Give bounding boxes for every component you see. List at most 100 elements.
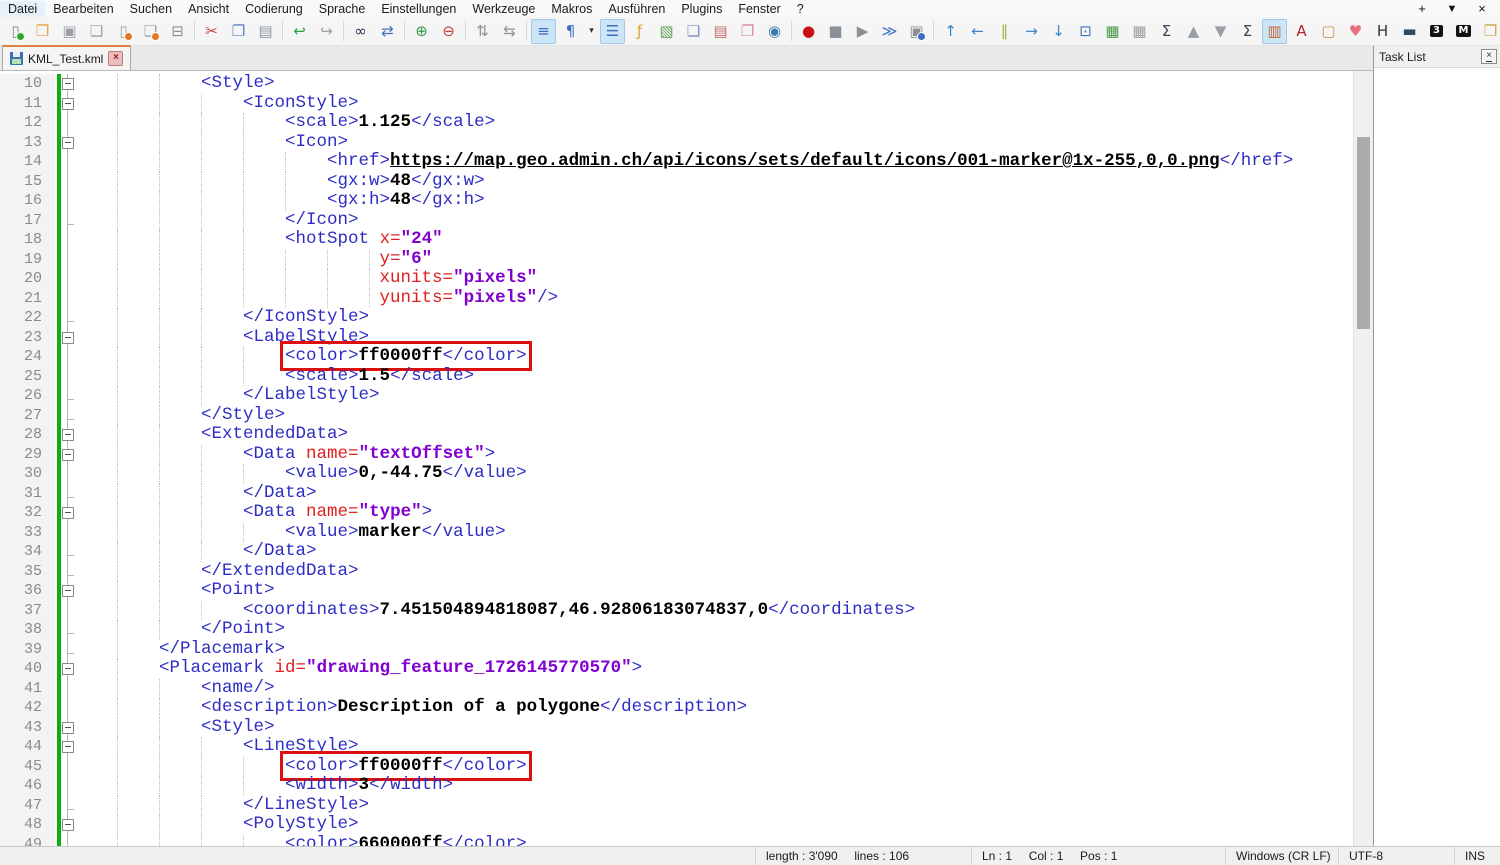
console-button[interactable]: ▬ <box>1397 19 1422 44</box>
open-folder-button[interactable]: ❐ <box>30 19 55 44</box>
sync-horizontal-scrolling-button[interactable]: ⇆ <box>497 19 522 44</box>
code-line-text[interactable]: <Data name="textOffset"> <box>75 445 1353 465</box>
cut-button[interactable]: ✂ <box>199 19 224 44</box>
fold-toggle-icon[interactable] <box>62 137 74 149</box>
zoom-in-button[interactable]: ⊕ <box>409 19 434 44</box>
code-line-text[interactable]: <IconStyle> <box>75 94 1353 114</box>
menu-item-plugins[interactable]: Plugins <box>673 1 730 17</box>
collapse-all-button[interactable]: Σ <box>1154 19 1179 44</box>
code-line-text[interactable]: <color>ff0000ff</color> <box>75 347 1353 367</box>
code-line-text[interactable]: <Point> <box>75 581 1353 601</box>
fold-toggle-icon[interactable] <box>62 819 74 831</box>
compare-button[interactable]: ∥ <box>992 19 1017 44</box>
menu-item-werkzeuge[interactable]: Werkzeuge <box>464 1 543 17</box>
uncollapse-all-button[interactable]: Σ <box>1235 19 1260 44</box>
plugin-3-button[interactable]: 3 <box>1424 19 1449 44</box>
document-switcher-button[interactable]: ▤ <box>708 19 733 44</box>
show-all-characters-button[interactable]: ¶ <box>558 19 583 44</box>
tab-close-icon[interactable]: × <box>108 51 123 66</box>
nav-previous-button[interactable]: ← <box>965 19 990 44</box>
menu-item-makros[interactable]: Makros <box>543 1 600 17</box>
find-button[interactable]: ∞ <box>348 19 373 44</box>
plugin-mime-tools-button[interactable]: M <box>1451 19 1476 44</box>
save-all-button[interactable]: ❏ <box>84 19 109 44</box>
menu-item-ansicht[interactable]: Ansicht <box>180 1 237 17</box>
code-line-text[interactable]: <LineStyle> <box>75 737 1353 757</box>
code-line-text[interactable]: <color>660000ff</color> <box>75 835 1353 847</box>
code-line-text[interactable]: <ExtendedData> <box>75 425 1353 445</box>
copy-button[interactable]: ❐ <box>226 19 251 44</box>
code-line-text[interactable]: <hotSpot x="24" <box>75 230 1353 250</box>
indent-guide-button[interactable]: ☰ <box>600 19 625 44</box>
zoom-out-button[interactable]: ⊖ <box>436 19 461 44</box>
code-line-text[interactable]: <Icon> <box>75 133 1353 153</box>
menu-item-fenster[interactable]: Fenster <box>730 1 788 17</box>
save-button[interactable]: ▣ <box>57 19 82 44</box>
status-insert-mode[interactable]: INS <box>1454 847 1500 865</box>
fold-toggle-icon[interactable] <box>62 429 74 441</box>
new-tab-icon[interactable]: + <box>1414 1 1430 16</box>
fold-toggle-icon[interactable] <box>62 741 74 753</box>
code-line-text[interactable]: </Data> <box>75 484 1353 504</box>
word-wrap-button[interactable]: ≡ <box>531 19 556 44</box>
macro-run-multiple-button[interactable]: ≫ <box>877 19 902 44</box>
close-all-documents-button[interactable]: ❏ <box>138 19 163 44</box>
menu-item-ausfhren[interactable]: Ausführen <box>600 1 673 17</box>
code-line-text[interactable]: y="6" <box>75 250 1353 270</box>
new-file-button[interactable]: ▯ <box>3 19 28 44</box>
print-button[interactable]: ⊟ <box>165 19 190 44</box>
show-symbol-dropdown-button[interactable]: ▾ <box>585 19 598 44</box>
multi-select-button[interactable]: ▢ <box>1316 19 1341 44</box>
code-line-text[interactable]: <LabelStyle> <box>75 328 1353 348</box>
code-line-text[interactable]: </Data> <box>75 542 1353 562</box>
code-line-text[interactable]: </Icon> <box>75 211 1353 231</box>
fold-toggle-icon[interactable] <box>62 78 74 90</box>
code-line-text[interactable]: <value>marker</value> <box>75 523 1353 543</box>
menu-item-sprache[interactable]: Sprache <box>311 1 374 17</box>
code-line-text[interactable]: xunits="pixels" <box>75 269 1353 289</box>
code-line-text[interactable]: </ExtendedData> <box>75 562 1353 582</box>
spell-check-button[interactable]: A <box>1289 19 1314 44</box>
macro-save-button[interactable]: ▣ <box>904 19 929 44</box>
menu-item-suchen[interactable]: Suchen <box>122 1 180 17</box>
code-line-text[interactable]: <Style> <box>75 718 1353 738</box>
table-view-colored-button[interactable]: ▦ <box>1100 19 1125 44</box>
nav-last-button[interactable]: ↓ <box>1046 19 1071 44</box>
folder-as-workspace-button[interactable]: ❐ <box>735 19 760 44</box>
explorer-button[interactable]: ❐ <box>1478 19 1500 44</box>
code-line-text[interactable]: <width>3</width> <box>75 776 1353 796</box>
fold-toggle-icon[interactable] <box>62 449 74 461</box>
fold-toggle-icon[interactable] <box>62 98 74 110</box>
macro-stop-button[interactable]: ■ <box>823 19 848 44</box>
tab-list-dropdown-icon[interactable]: ▼ <box>1444 3 1460 15</box>
menu-item-codierung[interactable]: Codierung <box>237 1 311 17</box>
code-line-text[interactable]: <coordinates>7.451504894818087,46.928061… <box>75 601 1353 621</box>
code-line-text[interactable]: <Placemark id="drawing_feature_172614577… <box>75 659 1353 679</box>
code-line-text[interactable]: </Point> <box>75 620 1353 640</box>
fold-toggle-icon[interactable] <box>62 507 74 519</box>
replace-button[interactable]: ⇄ <box>375 19 400 44</box>
code-line-text[interactable]: </IconStyle> <box>75 308 1353 328</box>
code-line-text[interactable]: <href>https://map.geo.admin.ch/api/icons… <box>75 152 1353 172</box>
code-line-text[interactable]: <description>Description of a polygone</… <box>75 698 1353 718</box>
close-document-button[interactable]: ▯ <box>111 19 136 44</box>
panel-close-icon[interactable]: × <box>1481 49 1497 64</box>
undo-button[interactable]: ↩ <box>287 19 312 44</box>
code-line-text[interactable]: <gx:w>48</gx:w> <box>75 172 1353 192</box>
code-line-text[interactable]: <value>0,-44.75</value> <box>75 464 1353 484</box>
code-line-text[interactable]: <PolyStyle> <box>75 815 1353 835</box>
code-line-text[interactable]: <Style> <box>75 74 1353 94</box>
menu-item-bearbeiten[interactable]: Bearbeiten <box>45 1 121 17</box>
status-encoding[interactable]: UTF-8 <box>1338 847 1454 865</box>
document-map-button[interactable]: ▧ <box>654 19 679 44</box>
code-line-text[interactable]: <name/> <box>75 679 1353 699</box>
code-line-text[interactable]: <scale>1.125</scale> <box>75 113 1353 133</box>
nav-next-button[interactable]: → <box>1019 19 1044 44</box>
fold-toggle-icon[interactable] <box>62 663 74 675</box>
code-line-text[interactable]: <gx:h>48</gx:h> <box>75 191 1353 211</box>
status-eol-format[interactable]: Windows (CR LF) <box>1225 847 1338 865</box>
menu-item-datei[interactable]: Datei <box>0 1 45 17</box>
code-line-text[interactable]: <color>ff0000ff</color> <box>75 757 1353 777</box>
task-list-button[interactable]: ▥ <box>1262 19 1287 44</box>
tab-kml-test[interactable]: KML_Test.kml × <box>2 45 131 70</box>
